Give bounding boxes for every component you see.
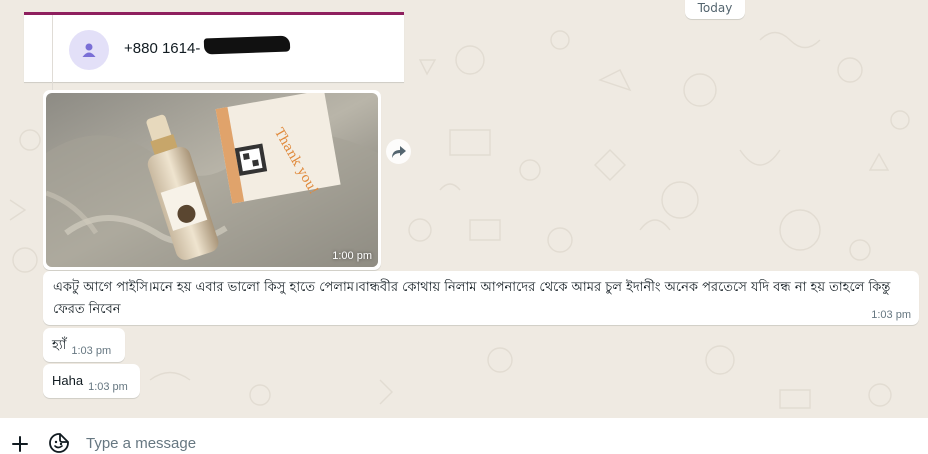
contact-avatar[interactable]: [69, 30, 109, 70]
forward-button[interactable]: [386, 139, 411, 164]
message-text: হ্যাঁ: [52, 337, 67, 352]
contact-card[interactable]: +880 1614-: [24, 12, 404, 105]
attach-button[interactable]: [9, 433, 31, 454]
redaction-mark: [203, 35, 291, 55]
image-message-photo[interactable]: Thank you! 1:00 pm: [46, 93, 378, 267]
message-time: 1:03 pm: [871, 309, 911, 321]
image-message[interactable]: Thank you! 1:00 pm: [43, 90, 381, 270]
message-bubble[interactable]: একটু আগে পাইসি।মনে হয় এবার ভালো কিসু হা…: [43, 271, 919, 325]
message-text: একটু আগে পাইসি।মনে হয় এবার ভালো কিসু হা…: [53, 280, 891, 317]
product-photo: Thank you!: [46, 93, 378, 267]
forward-arrow-icon: [391, 145, 406, 158]
message-time: 1:03 pm: [88, 381, 128, 393]
contact-phone-number: +880 1614-: [124, 40, 201, 57]
date-chip: Today: [685, 0, 745, 19]
message-time: 1:03 pm: [71, 345, 112, 357]
emoji-sticker-icon: [49, 433, 69, 453]
image-message-time: 1:00 pm: [332, 250, 372, 262]
message-text: Haha: [52, 373, 84, 388]
chat-messages-area[interactable]: Today +880 1614- Thank you! 1:00 pm একটু…: [0, 0, 928, 418]
person-icon: [82, 43, 96, 57]
emoji-button[interactable]: [48, 432, 70, 454]
message-bubble[interactable]: Haha 1:03 pm: [43, 364, 140, 398]
plus-icon: [12, 436, 28, 452]
message-input[interactable]: [76, 432, 676, 454]
message-bubble[interactable]: হ্যাঁ 1:03 pm: [43, 328, 125, 362]
